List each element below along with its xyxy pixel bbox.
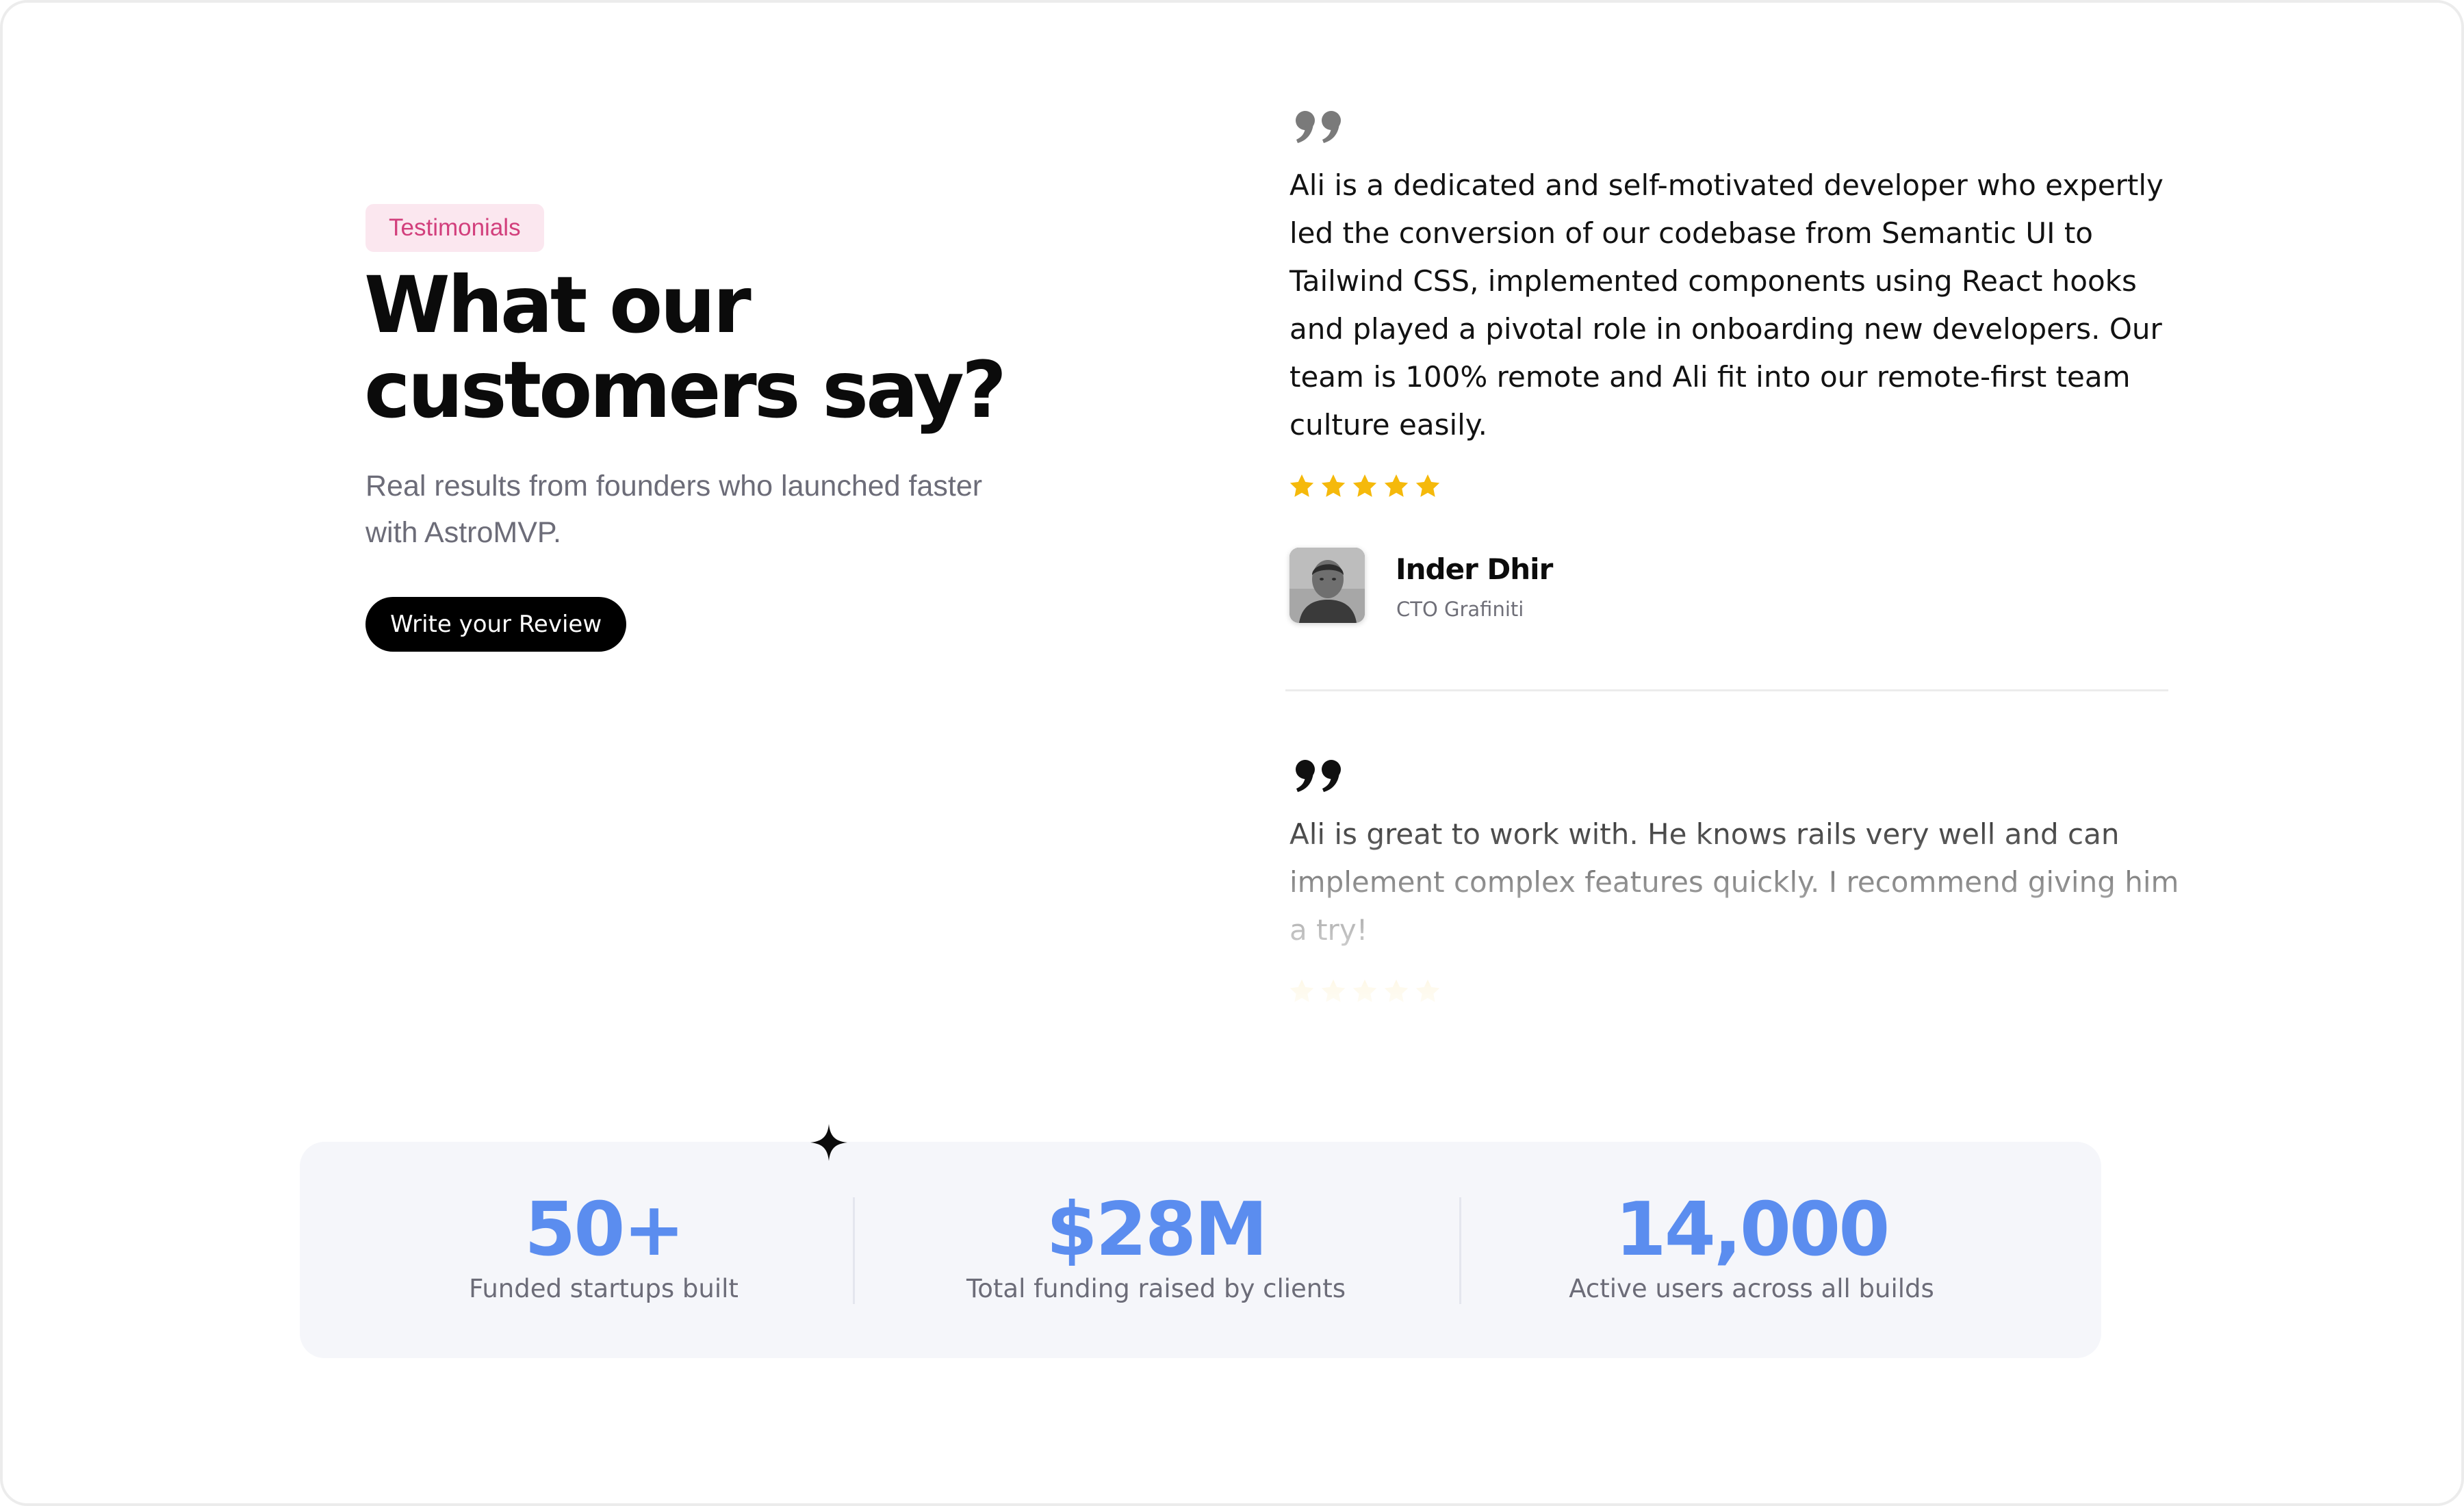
star-icon	[1415, 474, 1440, 497]
stat-value: $28M	[1046, 1187, 1268, 1273]
section-subtitle: Real results from founders who launched …	[365, 463, 1050, 556]
quote-icon	[1296, 760, 1341, 792]
section-badge: Testimonials	[365, 204, 544, 252]
testimonial-quote: Ali is a dedicated and self-motivated de…	[1289, 168, 2164, 442]
star-icon	[1352, 474, 1377, 497]
avatar	[1289, 548, 1365, 623]
star-icon	[1415, 980, 1440, 1002]
page-title-line-1: What our	[364, 259, 752, 350]
section-subtitle-line-2: with AstroMVP.	[365, 516, 561, 549]
sparkle-icon	[810, 1124, 847, 1161]
testimonial-rating	[1288, 978, 1441, 1005]
star-icon	[1321, 980, 1346, 1002]
stat-startups: 50+ Funded startups built	[398, 1186, 809, 1306]
write-review-button[interactable]: Write your Review	[365, 597, 627, 652]
stat-users: 14,000 Active users across all builds	[1546, 1186, 1957, 1306]
stat-value: 50+	[524, 1187, 685, 1273]
section-subtitle-line-1: Real results from founders who launched …	[365, 470, 983, 502]
testimonial-divider	[1285, 689, 2168, 691]
star-icon	[1289, 980, 1314, 1002]
star-icon	[1352, 980, 1377, 1002]
testimonials-section: Testimonials What our customers say? Real…	[0, 0, 2464, 1506]
stat-label: Total funding raised by clients	[966, 1274, 1346, 1303]
quote-icon	[1296, 111, 1341, 143]
stat-label: Active users across all builds	[1569, 1274, 1934, 1303]
stat-label: Funded startups built	[469, 1274, 739, 1303]
testimonial-quote: Ali is great to work with. He knows rail…	[1289, 817, 2179, 947]
star-icon	[1321, 474, 1346, 497]
page-title-line-2: customers say?	[364, 344, 1007, 435]
stat-divider	[853, 1197, 855, 1304]
avatar-photo	[1289, 548, 1365, 623]
stat-funding: $28M Total funding raised by clients	[951, 1186, 1361, 1306]
author-role: CTO Grafiniti	[1396, 598, 1524, 621]
page-title: What our customers say?	[364, 263, 1049, 433]
star-icon	[1289, 474, 1314, 497]
star-icon	[1384, 980, 1409, 1002]
stat-divider	[1459, 1197, 1461, 1304]
stat-value: 14,000	[1615, 1187, 1890, 1273]
author-name: Inder Dhir	[1396, 552, 1553, 586]
star-icon	[1384, 474, 1409, 497]
testimonial-rating	[1288, 472, 1441, 500]
